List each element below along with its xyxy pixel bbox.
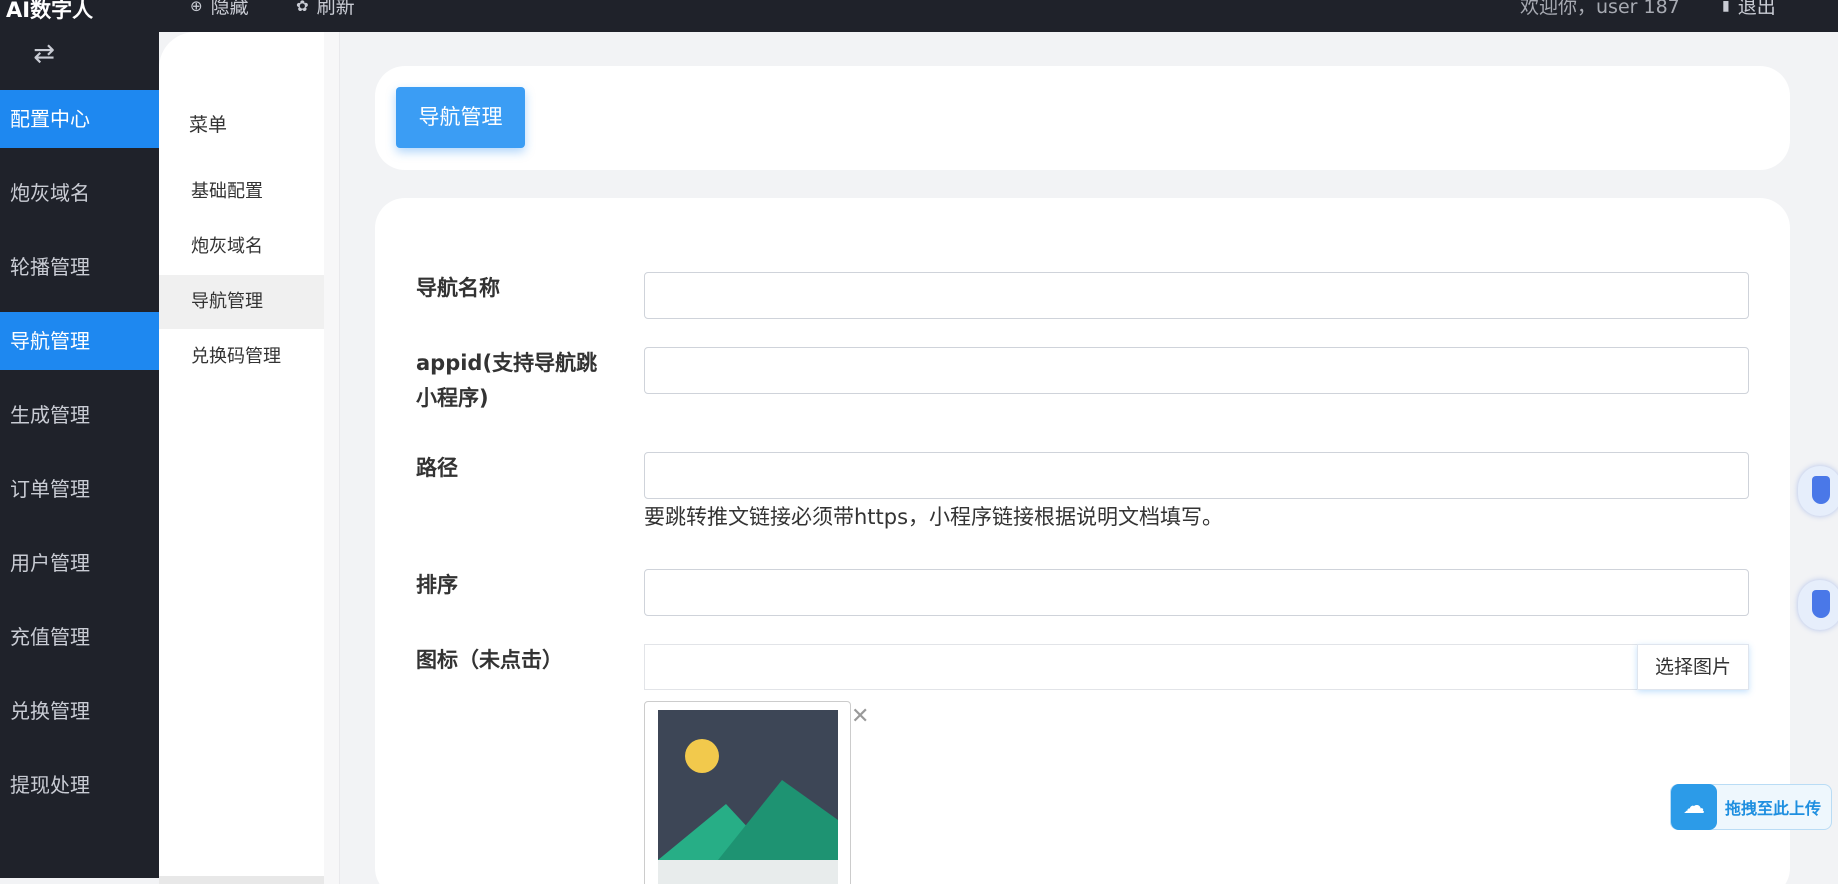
tab-navigation-management[interactable]: 导航管理 bbox=[396, 87, 525, 148]
nav-name-input[interactable] bbox=[644, 272, 1749, 319]
submenu-item-redeem-codes[interactable]: 兑换码管理 bbox=[159, 330, 324, 384]
brand-title: AI数字人 bbox=[6, 0, 94, 22]
floating-tool-icon-2[interactable] bbox=[1798, 580, 1838, 630]
menu-toggle-icon[interactable]: ⇄ bbox=[28, 38, 60, 70]
cloud-upload-icon: ☁ bbox=[1671, 784, 1717, 830]
welcome-text: 欢迎你，user 187 bbox=[1520, 0, 1680, 18]
sidebar: ⇄ 配置中心 炮灰域名 轮播管理 导航管理 生成管理 订单管理 用户管理 充值管… bbox=[0, 32, 159, 878]
top-bar: AI数字人 ⊕ 隐藏 ✿ 刷新 欢迎你，user 187 ▮ 退出 bbox=[0, 0, 1838, 32]
sidebar-item-generation[interactable]: 生成管理 bbox=[0, 386, 159, 444]
panel-divider bbox=[324, 32, 340, 884]
sidebar-item-recharge[interactable]: 充值管理 bbox=[0, 608, 159, 666]
icon-preview-image bbox=[644, 701, 851, 884]
refresh-button[interactable]: ✿ 刷新 bbox=[296, 0, 355, 19]
refresh-icon: ✿ bbox=[296, 0, 309, 15]
submenu-scrollbar[interactable] bbox=[159, 876, 324, 884]
icon-label: 图标（未点击） bbox=[416, 648, 563, 672]
floating-tool-icon[interactable] bbox=[1798, 466, 1838, 516]
submenu-item-basic-config[interactable]: 基础配置 bbox=[159, 165, 324, 219]
hide-button[interactable]: ⊕ 隐藏 bbox=[190, 0, 249, 19]
icon-path-input[interactable] bbox=[644, 644, 1749, 690]
submenu-item-domain[interactable]: 炮灰域名 bbox=[159, 220, 324, 274]
logout-icon: ▮ bbox=[1722, 0, 1730, 14]
sort-input[interactable] bbox=[644, 569, 1749, 616]
logout-label: 退出 bbox=[1737, 0, 1776, 18]
globe-icon: ⊕ bbox=[190, 0, 203, 15]
remove-image-icon[interactable]: ✕ bbox=[851, 704, 869, 729]
sidebar-item-exchange[interactable]: 兑换管理 bbox=[0, 682, 159, 740]
refresh-label: 刷新 bbox=[316, 0, 355, 18]
submenu: 菜单 基础配置 炮灰域名 导航管理 兑换码管理 bbox=[159, 32, 324, 878]
sidebar-item-users[interactable]: 用户管理 bbox=[0, 534, 159, 592]
appid-label-line1: appid(支持导航跳 bbox=[416, 351, 598, 375]
submenu-item-navigation[interactable]: 导航管理 bbox=[159, 275, 324, 329]
upload-label: 拖拽至此上传 bbox=[1725, 799, 1822, 818]
sort-label: 排序 bbox=[416, 573, 458, 597]
path-label: 路径 bbox=[416, 456, 458, 480]
tab-card: 导航管理 bbox=[375, 66, 1790, 170]
sidebar-item-orders[interactable]: 订单管理 bbox=[0, 460, 159, 518]
path-hint: 要跳转推文链接必须带https，小程序链接根据说明文档填写。 bbox=[644, 505, 1224, 529]
appid-label-line2: 小程序) bbox=[416, 386, 489, 410]
sidebar-item-navigation[interactable]: 导航管理 bbox=[0, 312, 159, 370]
sidebar-item-withdrawal[interactable]: 提现处理 bbox=[0, 756, 159, 814]
form-card: 导航名称 appid(支持导航跳 小程序) 路径 要跳转推文链接必须带https… bbox=[375, 198, 1790, 884]
sidebar-item-carousel[interactable]: 轮播管理 bbox=[0, 238, 159, 296]
path-input[interactable] bbox=[644, 452, 1749, 499]
appid-input[interactable] bbox=[644, 347, 1749, 394]
sidebar-item-domain[interactable]: 炮灰域名 bbox=[0, 164, 159, 222]
image-placeholder-icon bbox=[658, 710, 838, 884]
hide-label: 隐藏 bbox=[210, 0, 249, 18]
logout-button[interactable]: ▮ 退出 bbox=[1722, 0, 1776, 19]
choose-image-button[interactable]: 选择图片 bbox=[1637, 644, 1749, 690]
submenu-title: 菜单 bbox=[189, 114, 228, 136]
nav-name-label: 导航名称 bbox=[416, 276, 500, 300]
drag-upload-widget[interactable]: ☁ 拖拽至此上传 bbox=[1670, 784, 1832, 830]
sidebar-item-config-center[interactable]: 配置中心 bbox=[0, 90, 159, 148]
